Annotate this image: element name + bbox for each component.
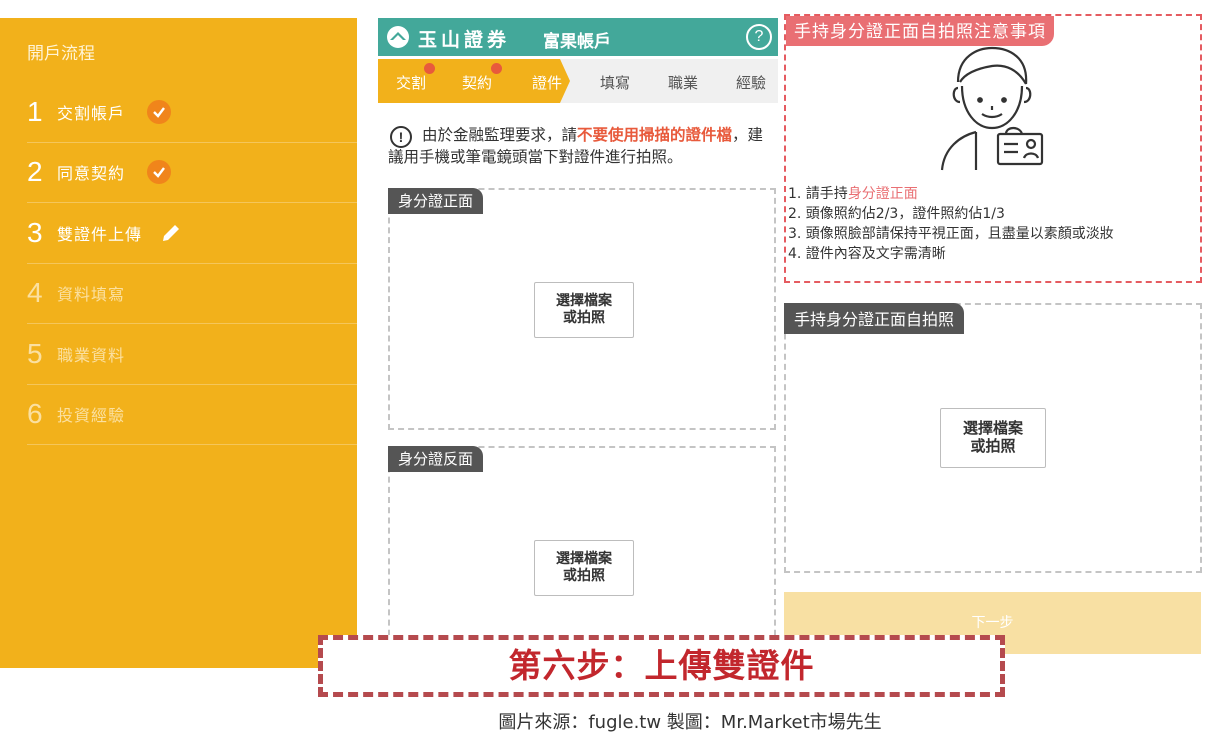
choose-file-button[interactable]: 選擇檔案 或拍照 xyxy=(534,282,634,338)
sidebar-title: 開戶流程 xyxy=(27,44,95,64)
sidebar-steps: 1 交割帳戶 2 同意契約 3 雙證件上傳 4 資料填寫 5 職業資料 6 投資… xyxy=(27,82,357,445)
step-number: 6 xyxy=(27,398,43,430)
notice-message: 由於金融監理要求，請不要使用掃描的證件檔，建議用手機或筆電鏡頭當下對證件進行拍照… xyxy=(388,124,773,168)
account-name: 富果帳戶 xyxy=(543,32,611,52)
brand-name: 玉山證券 xyxy=(418,29,511,51)
list-item: 1. 請手持身分證正面 xyxy=(788,184,1114,204)
button-label: 或拍照 xyxy=(970,437,1016,455)
sidebar-item-label: 資料填寫 xyxy=(57,285,126,305)
list-item: 3. 頭像照臉部請保持平視正面，且盡量以素顏或淡妝 xyxy=(788,226,1114,242)
note-highlight: 身分證正面 xyxy=(847,186,918,202)
choose-file-button[interactable]: 選擇檔案 或拍照 xyxy=(940,408,1046,468)
tab-id[interactable]: 證件 xyxy=(532,72,562,93)
app-header: 玉山證券 富果帳戶 ? xyxy=(378,18,778,56)
tab-experience[interactable]: 經驗 xyxy=(736,72,766,93)
sidebar-item-investment-experience[interactable]: 6 投資經驗 xyxy=(27,385,357,445)
step-number: 1 xyxy=(27,95,43,127)
step-number: 2 xyxy=(27,156,43,188)
check-icon xyxy=(147,160,172,185)
id-upload-panel: 玉山證券 富果帳戶 ? 交割 契約 證件 填寫 職業 經驗 ! 由於金融監理要求… xyxy=(378,18,778,646)
id-front-upload: 身分證正面 選擇檔案 或拍照 xyxy=(388,188,776,430)
sidebar-item-bank-account[interactable]: 1 交割帳戶 xyxy=(27,82,357,143)
tab-contract[interactable]: 契約 xyxy=(462,72,492,93)
done-check-icon xyxy=(424,63,435,74)
selfie-upload: 手持身分證正面自拍照 選擇檔案 或拍照 xyxy=(784,303,1202,573)
sidebar-item-label: 同意契約 xyxy=(57,164,126,184)
tab-settlement[interactable]: 交割 xyxy=(396,72,426,93)
upload-label: 身分證正面 xyxy=(388,188,484,214)
step-number: 3 xyxy=(27,216,43,248)
note-text: 1. 請手持 xyxy=(788,186,848,202)
sidebar-item-occupation[interactable]: 5 職業資料 xyxy=(27,324,357,385)
check-icon xyxy=(147,99,172,124)
button-label: 或拍照 xyxy=(563,310,605,326)
notes-list: 1. 請手持身分證正面 2. 頭像照約佔2/3，證件照約佔1/3 3. 頭像照臉… xyxy=(788,184,1114,264)
step-number: 4 xyxy=(27,277,43,309)
sidebar-item-label: 雙證件上傳 xyxy=(57,224,143,244)
button-label: 選擇檔案 xyxy=(556,551,612,567)
esun-logo-icon xyxy=(387,26,409,48)
list-item: 4. 證件內容及文字需清晰 xyxy=(788,246,946,262)
upload-label: 手持身分證正面自拍照 xyxy=(784,303,965,334)
sidebar-item-label: 投資經驗 xyxy=(57,406,126,426)
help-icon[interactable]: ? xyxy=(746,24,772,50)
screenshot-root: 開戶流程 1 交割帳戶 2 同意契約 3 雙證件上傳 4 資料填寫 5 職業資料… xyxy=(0,0,1206,746)
sidebar-item-agreement[interactable]: 2 同意契約 xyxy=(27,143,357,203)
sidebar-item-data-entry[interactable]: 4 資料填寫 xyxy=(27,264,357,324)
selfie-notes-panel: 手持身分證正面自拍照注意事項 1. 請手持身分證正面 2. 頭像照約佔2/3，證… xyxy=(784,14,1202,283)
step-number: 5 xyxy=(27,337,43,369)
choose-file-button[interactable]: 選擇檔案 或拍照 xyxy=(534,540,634,596)
sidebar-item-label: 交割帳戶 xyxy=(57,103,126,123)
sidebar: 開戶流程 1 交割帳戶 2 同意契約 3 雙證件上傳 4 資料填寫 5 職業資料… xyxy=(0,18,357,668)
button-label: 選擇檔案 xyxy=(556,293,612,309)
id-back-upload: 身分證反面 選擇檔案 或拍照 xyxy=(388,446,776,646)
upload-label: 身分證反面 xyxy=(388,446,484,472)
list-item: 2. 頭像照約佔2/3，證件照約佔1/3 xyxy=(788,206,1005,222)
caption-banner: 第六步：上傳雙證件 xyxy=(318,635,1005,697)
notice-text: 由於金融監理要求，請 xyxy=(422,126,578,144)
image-credit: 圖片來源：fugle.tw 製圖：Mr.Market市場先生 xyxy=(498,712,882,733)
done-check-icon xyxy=(491,63,502,74)
notice-highlight: 不要使用掃描的證件檔 xyxy=(577,126,733,144)
pencil-icon xyxy=(163,224,180,241)
tab-occupation[interactable]: 職業 xyxy=(668,72,698,93)
button-label: 或拍照 xyxy=(563,568,605,584)
button-label: 選擇檔案 xyxy=(962,419,1023,437)
sidebar-item-id-upload[interactable]: 3 雙證件上傳 xyxy=(27,203,357,264)
tab-fill[interactable]: 填寫 xyxy=(600,72,630,93)
step-tabs: 交割 契約 證件 填寫 職業 經驗 xyxy=(378,59,778,103)
person-holding-id-icon xyxy=(940,46,1044,171)
sidebar-item-label: 職業資料 xyxy=(57,345,126,365)
